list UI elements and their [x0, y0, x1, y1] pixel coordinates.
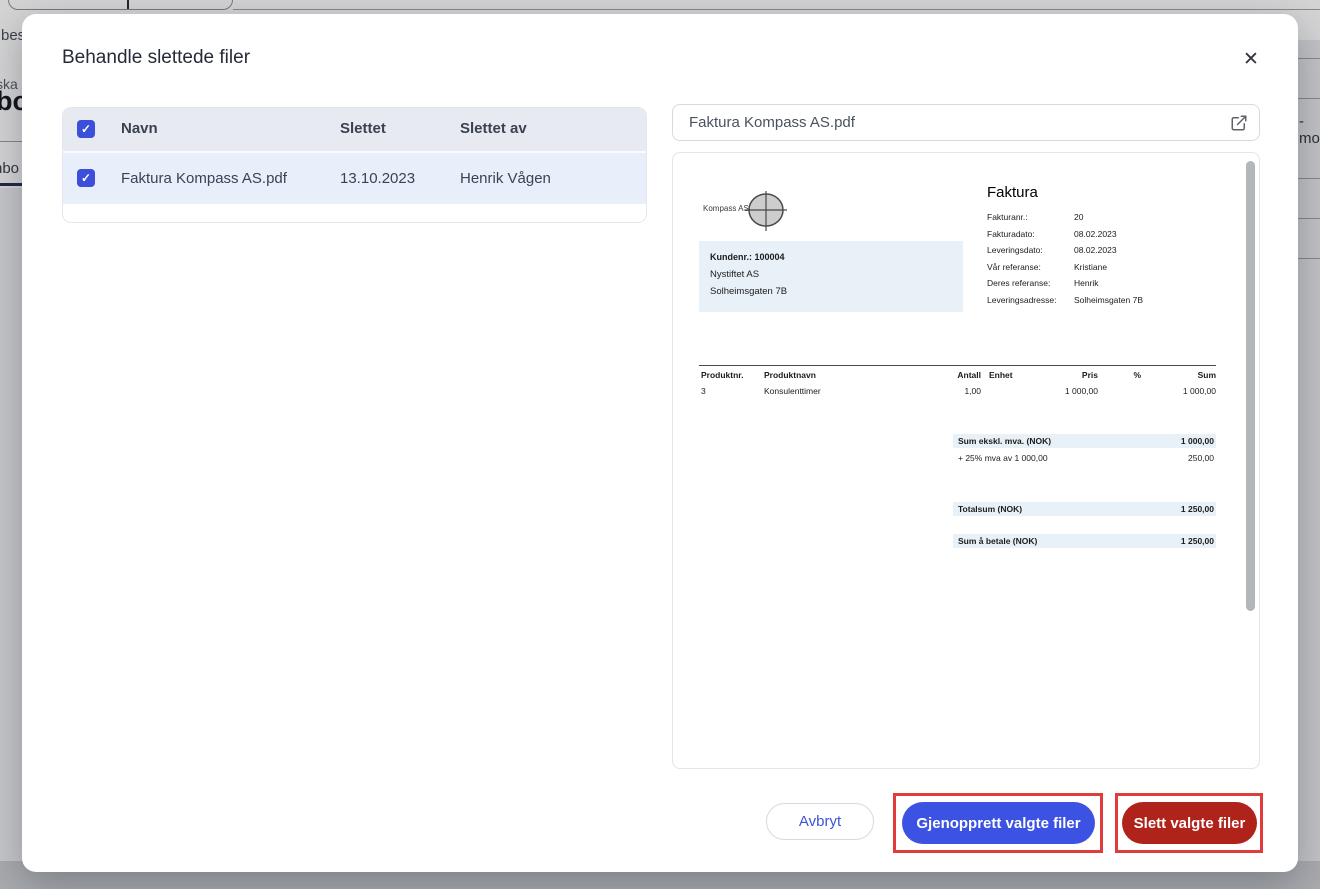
- total-value: 1 000,00: [1181, 436, 1214, 446]
- column-header-slettet[interactable]: Slettet: [340, 120, 386, 137]
- items-col-sum: Sum: [1164, 370, 1216, 380]
- row-checkbox[interactable]: ✓: [77, 169, 95, 187]
- total-label: Sum å betale (NOK): [958, 536, 1037, 546]
- items-col-enhet: Enhet: [989, 370, 1013, 380]
- meta-label: Vår referanse:: [987, 259, 1074, 276]
- total-label: + 25% mva av 1 000,00: [958, 453, 1048, 463]
- meta-label: Fakturadato:: [987, 226, 1074, 243]
- invoice-title: Faktura: [987, 184, 1038, 201]
- item-antall: 1,00: [919, 386, 981, 396]
- page-background: bes ska bo nbo -mo Behandle slettede fil…: [0, 0, 1320, 889]
- filename-input[interactable]: [673, 114, 1230, 131]
- customer-address-block: Kundenr.: 100004 Nystiftet AS Solheimsga…: [699, 241, 963, 312]
- check-icon: ✓: [81, 172, 91, 184]
- delete-selected-files-button[interactable]: Slett valgte filer: [1122, 802, 1257, 844]
- filename-field: [672, 104, 1260, 141]
- meta-label: Leveringsdato:: [987, 242, 1074, 259]
- total-row: Sum å betale (NOK) 1 250,00: [953, 534, 1216, 548]
- open-external-icon[interactable]: [1230, 114, 1248, 132]
- item-sum: 1 000,00: [1164, 386, 1216, 396]
- total-value: 250,00: [1188, 453, 1214, 463]
- total-row: Sum ekskl. mva. (NOK) 1 000,00: [953, 434, 1216, 448]
- invoice-meta: Fakturanr.:20 Fakturadato:08.02.2023 Lev…: [987, 209, 1143, 308]
- total-label: Sum ekskl. mva. (NOK): [958, 436, 1051, 446]
- meta-label: Leveringsadresse:: [987, 292, 1074, 309]
- item-produktnavn: Konsulenttimer: [764, 386, 821, 396]
- customer-name: Nystiftet AS: [710, 266, 952, 283]
- customer-number: Kundenr.: 100004: [710, 249, 952, 266]
- total-value: 1 250,00: [1181, 536, 1214, 546]
- items-col-pris: Pris: [1034, 370, 1098, 380]
- items-col-produktnavn: Produktnavn: [764, 370, 816, 380]
- total-row: + 25% mva av 1 000,00 250,00: [953, 451, 1216, 464]
- invoice-totals: Sum ekskl. mva. (NOK) 1 000,00 + 25% mva …: [953, 434, 1216, 548]
- pdf-preview-panel: Kompass AS Kundenr.: 100004 Nystiftet AS…: [672, 152, 1260, 769]
- item-pris: 1 000,00: [1034, 386, 1098, 396]
- deleted-files-dialog: Behandle slettede filer ✕ ✓ Navn Slettet…: [22, 14, 1298, 872]
- cancel-button[interactable]: Avbryt: [766, 803, 874, 840]
- table-footer-strip: [63, 203, 646, 222]
- restore-selected-files-button[interactable]: Gjenopprett valgte filer: [902, 802, 1095, 844]
- customer-address: Solheimsgaten 7B: [710, 283, 952, 300]
- table-header-row: ✓ Navn Slettet Slettet av: [63, 108, 646, 151]
- total-value: 1 250,00: [1181, 504, 1214, 514]
- deleted-by-cell: Henrik Vågen: [460, 170, 551, 187]
- column-header-slettet-av[interactable]: Slettet av: [460, 120, 527, 137]
- select-all-checkbox[interactable]: ✓: [77, 120, 95, 138]
- meta-label: Deres referanse:: [987, 275, 1074, 292]
- column-header-navn[interactable]: Navn: [121, 120, 158, 137]
- meta-value: 20: [1074, 209, 1083, 226]
- meta-value: 08.02.2023: [1074, 242, 1117, 259]
- compass-logo-icon: [743, 189, 789, 238]
- meta-value: Henrik: [1074, 275, 1099, 292]
- check-icon: ✓: [81, 123, 91, 135]
- preview-scrollbar[interactable]: [1246, 161, 1255, 611]
- invoice-logo-text: Kompass AS: [703, 204, 749, 213]
- items-col-produktnr: Produktnr.: [701, 370, 744, 380]
- table-row[interactable]: ✓ Faktura Kompass AS.pdf 13.10.2023 Henr…: [63, 151, 646, 203]
- total-label: Totalsum (NOK): [958, 504, 1022, 514]
- dialog-title: Behandle slettede filer: [62, 47, 250, 69]
- items-col-antall: Antall: [919, 370, 981, 380]
- deleted-files-table: ✓ Navn Slettet Slettet av ✓ Faktura Komp…: [62, 107, 647, 223]
- invoice-document: Kompass AS Kundenr.: 100004 Nystiftet AS…: [673, 153, 1259, 768]
- invoice-items-table: Produktnr. Produktnavn Antall Enhet Pris…: [699, 365, 1216, 366]
- item-produktnr: 3: [701, 386, 706, 396]
- total-row: Totalsum (NOK) 1 250,00: [953, 502, 1216, 516]
- deleted-date-cell: 13.10.2023: [340, 170, 415, 187]
- meta-value: 08.02.2023: [1074, 226, 1117, 243]
- meta-value: Kristiane: [1074, 259, 1107, 276]
- items-col-pct: %: [1111, 370, 1141, 380]
- file-name-cell: Faktura Kompass AS.pdf: [121, 170, 287, 187]
- close-icon[interactable]: ✕: [1236, 45, 1266, 75]
- meta-value: Solheimsgaten 7B: [1074, 292, 1143, 309]
- meta-label: Fakturanr.:: [987, 209, 1074, 226]
